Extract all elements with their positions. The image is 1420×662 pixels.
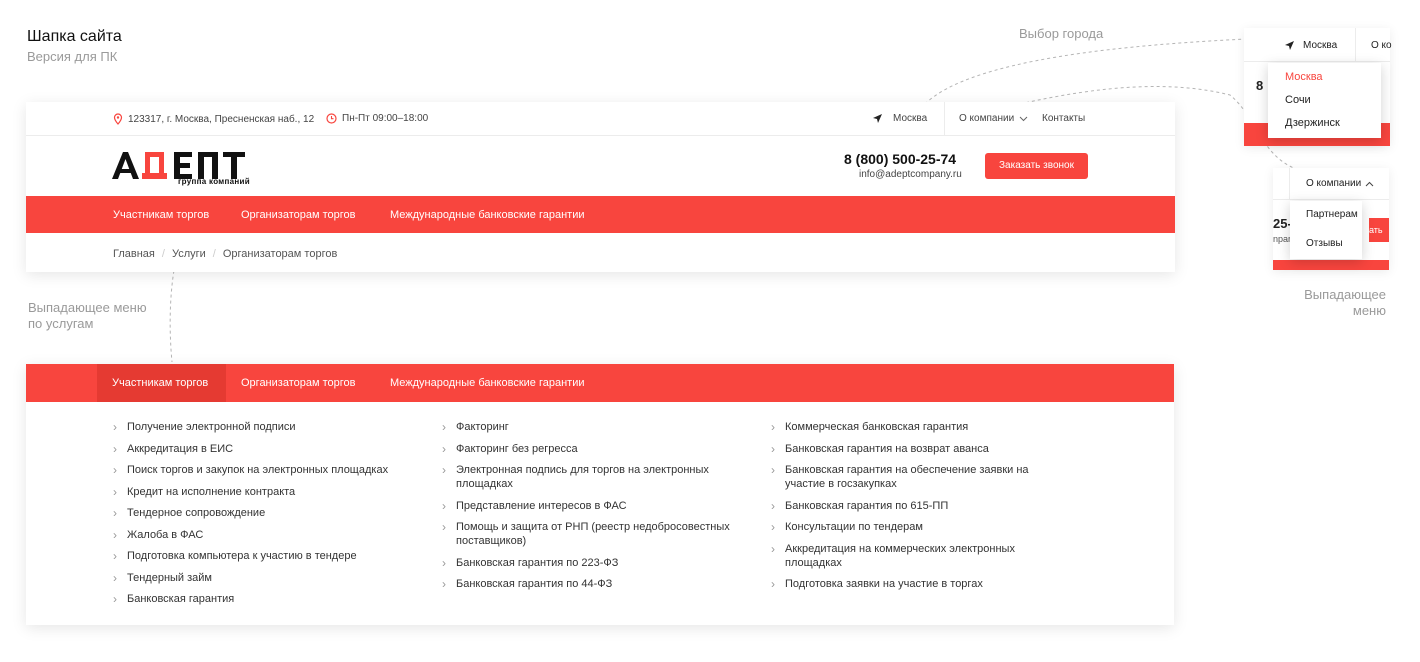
preview-city-current: Москва [1303,40,1338,51]
preview-about-clipped: О ко [1371,40,1392,51]
list-item[interactable]: Электронная подпись для торгов на электр… [442,463,742,491]
navigation-arrow-icon [1285,41,1294,50]
preview-about-menu[interactable]: О компании [1306,178,1374,189]
list-item[interactable]: Банковская гарантия по 223-ФЗ [442,556,742,570]
contacts-label: Контакты [1042,113,1086,124]
city-option-moscow[interactable]: Москва [1285,71,1323,83]
clock-icon [326,113,337,124]
city-dropdown-preview: Москва О ко 8 Москва Сочи Дзержинск [1244,28,1392,146]
list-item[interactable]: Жалоба в ФАС [113,528,413,542]
list-item[interactable]: Тендерное сопровождение [113,506,413,520]
list-item[interactable]: Помощь и защита от РНП (реестр недобросо… [442,520,742,548]
site-header: 123317, г. Москва, Пресненская наб., 12 … [26,102,1175,272]
mega-col-2: Факторинг Факторинг без регресса Электро… [442,420,742,599]
list-item[interactable]: Факторинг [442,420,742,434]
services-mega-menu: Участникам торгов Организаторам торгов М… [26,364,1174,625]
mega-nav-participants[interactable]: Участникам торгов [112,377,208,389]
divider [1289,168,1290,200]
list-item[interactable]: Представление интересов в ФАС [442,499,742,513]
mega-nav-organizers[interactable]: Организаторам торгов [241,377,355,389]
city-option-dzerzhinsk[interactable]: Дзержинск [1285,117,1340,129]
list-item[interactable]: Подготовка заявки на участие в торгах [771,577,1071,591]
address-text: 123317, г. Москва, Пресненская наб., 12 [128,113,315,125]
city-option-sochi[interactable]: Сочи [1285,94,1311,106]
logo[interactable]: группа компаний [112,149,272,190]
nav-item-participants[interactable]: Участникам торгов [113,209,209,221]
list-item[interactable]: Банковская гарантия [113,592,413,606]
list-item[interactable]: Коммерческая банковская гарантия [771,420,1071,434]
divider [944,102,945,136]
preview-label-clip: npar [1273,234,1292,244]
phone-number[interactable]: 8 (800) 500-25-74 [844,151,956,167]
chevron-up-icon [1365,181,1374,186]
list-item[interactable]: Банковская гарантия на возврат аванса [771,442,1071,456]
logo-subtitle: группа компаний [178,177,250,186]
address: 123317, г. Москва, Пресненская наб., 12 [113,113,314,125]
list-item[interactable]: Подготовка компьютера к участию в тендер… [113,549,413,563]
preview-about-label: О компании [1306,178,1362,189]
breadcrumb-current: Организаторам торгов [222,248,338,260]
city-label: Москва [893,113,928,124]
chevron-down-icon [1019,116,1028,121]
breadcrumb-home[interactable]: Главная [113,248,155,260]
list-item[interactable]: Факторинг без регресса [442,442,742,456]
top-bar: 123317, г. Москва, Пресненская наб., 12 … [26,102,1175,136]
breadcrumb-separator: / [212,248,216,260]
list-item[interactable]: Аккредитация на коммерческих электронных… [771,542,1071,570]
mega-col-1: Получение электронной подписи Аккредитац… [113,420,413,614]
preview-phone-clip: 25- [1273,216,1292,231]
about-dropdown-preview: О компании 25- npar ать Партнерам Отзывы [1273,168,1389,270]
list-item[interactable]: Кредит на исполнение контракта [113,485,413,499]
list-item[interactable]: Поиск торгов и закупок на электронных пл… [113,463,413,477]
email-address[interactable]: info@adeptcompany.ru [859,169,962,180]
about-label: О компании [959,113,1015,124]
location-pin-icon [113,113,123,125]
breadcrumb-services[interactable]: Услуги [172,248,206,260]
about-dropdown: Партнерам Отзывы [1290,201,1362,259]
divider [1355,28,1356,62]
city-dropdown: Москва Сочи Дзержинск [1268,63,1381,138]
mega-col-3: Коммерческая банковская гарантия Банковс… [771,420,1071,599]
work-hours: Пн-Пт 09:00–18:00 [326,113,428,124]
nav-item-organizers[interactable]: Организаторам торгов [241,209,355,221]
navigation-arrow-icon [873,114,882,123]
breadcrumb-separator: / [161,248,165,260]
about-option-partners[interactable]: Партнерам [1306,209,1358,220]
about-option-reviews[interactable]: Отзывы [1306,238,1343,249]
nav-item-bank-guarantees[interactable]: Международные банковские гарантии [390,209,585,221]
work-hours-text: Пн-Пт 09:00–18:00 [342,113,429,124]
contacts-link[interactable]: Контакты [1042,113,1085,124]
callback-button[interactable]: Заказать звонок [985,153,1088,179]
preview-nav-strip [1273,260,1389,270]
main-nav: Участникам торгов Организаторам торгов М… [26,196,1175,233]
about-menu[interactable]: О компании [959,113,1028,124]
list-item[interactable]: Получение электронной подписи [113,420,413,434]
list-item[interactable]: Аккредитация в ЕИС [113,442,413,456]
list-item[interactable]: Банковская гарантия по 44-ФЗ [442,577,742,591]
mega-nav: Участникам торгов Организаторам торгов М… [26,364,1174,402]
city-selector[interactable]: Москва [872,113,927,124]
list-item[interactable]: Банковская гарантия на обеспечение заявк… [771,463,1071,491]
list-item[interactable]: Тендерный займ [113,571,413,585]
mega-nav-bank-guarantees[interactable]: Международные банковские гарантии [390,377,585,389]
breadcrumb: Главная / Услуги / Организаторам торгов [113,248,337,260]
preview-button-clip: ать [1369,218,1389,242]
preview-city-selector[interactable]: Москва [1284,40,1337,51]
list-item[interactable]: Консультации по тендерам [771,520,1071,534]
preview-phone-clip: 8 [1256,78,1264,93]
list-item[interactable]: Банковская гарантия по 615-ПП [771,499,1071,513]
